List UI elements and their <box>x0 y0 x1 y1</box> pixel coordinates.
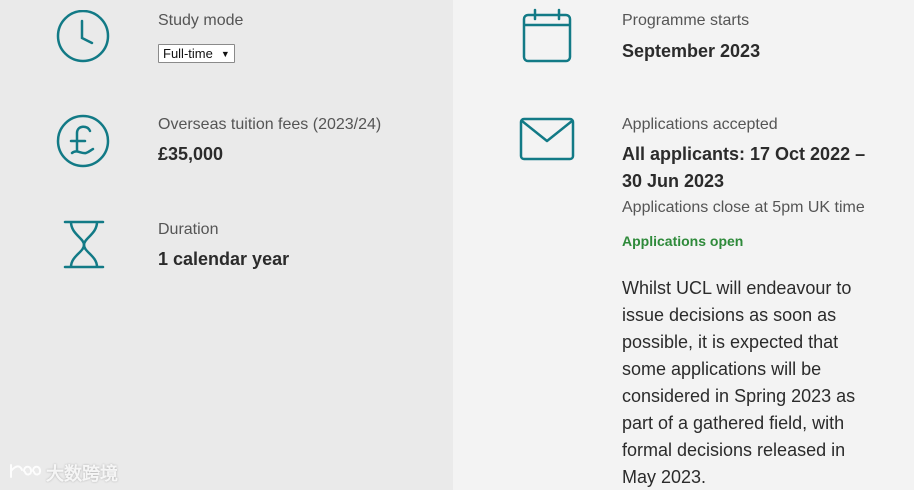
duration-value: 1 calendar year <box>158 249 290 269</box>
paragraph-line: part of a gathered field, with <box>622 413 845 433</box>
study-mode-selected: Full-time <box>163 46 213 61</box>
fees-value: £35,000 <box>158 144 224 164</box>
paragraph-line: some applications will be <box>622 359 822 379</box>
envelope-icon <box>519 117 575 161</box>
paragraph-line: possible, it is expected that <box>622 332 839 352</box>
applications-value-line2: 30 Jun 2023 <box>622 171 725 191</box>
programme-value: September 2023 <box>622 41 761 61</box>
duration-label: Duration <box>158 221 219 238</box>
watermark-logo-icon <box>8 461 42 486</box>
programme-label: Programme starts <box>622 12 750 29</box>
paragraph-line: formal decisions released in <box>622 440 846 460</box>
dropdown-arrow-icon: ▼ <box>220 48 230 59</box>
pound-icon <box>55 113 111 169</box>
study-mode-label: Study mode <box>158 12 244 29</box>
decision-paragraph: Whilst UCL will endeavour to issue decis… <box>622 275 867 490</box>
applications-label: Applications accepted <box>622 116 778 133</box>
paragraph-line: considered in Spring 2023 as <box>622 386 856 406</box>
hourglass-icon <box>63 220 105 270</box>
fees-label: Overseas tuition fees (2023/24) <box>158 116 382 133</box>
paragraph-line: issue decisions as soon as <box>622 305 837 325</box>
clock-icon <box>55 10 111 66</box>
study-mode-select[interactable]: Full-time ▼ <box>158 44 235 63</box>
paragraph-line: May 2023. <box>622 467 707 487</box>
applications-note: Applications close at 5pm UK time <box>622 199 865 216</box>
watermark-text: 大数跨境 <box>46 464 118 484</box>
status-badge: Applications open <box>622 233 744 249</box>
paragraph-line: Whilst UCL will endeavour to <box>622 278 852 298</box>
watermark: 大数跨境 <box>8 460 118 486</box>
applications-value-line1: All applicants: 17 Oct 2022 – <box>622 144 866 164</box>
calendar-icon <box>522 8 572 64</box>
